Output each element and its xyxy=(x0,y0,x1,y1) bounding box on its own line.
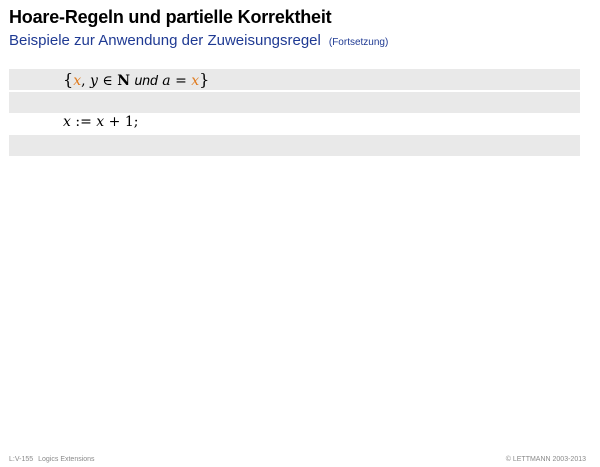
highlight-row-empty xyxy=(9,92,580,113)
semicolon: ; xyxy=(133,114,139,130)
plus-operator: + xyxy=(108,114,121,130)
assign-source-x: x xyxy=(96,114,105,130)
section-name: Logics Extensions xyxy=(38,456,95,463)
constant-one: 1 xyxy=(124,114,134,130)
slide-title: Hoare-Regeln und partielle Korrektheit xyxy=(9,7,332,27)
variable-y: y xyxy=(90,73,98,89)
footer-left: L:V-155 Logics Extensions xyxy=(9,456,95,463)
slide-id: L:V-155 xyxy=(9,456,34,463)
variable-a: a xyxy=(162,73,171,89)
open-brace: { xyxy=(63,70,74,89)
comma: , xyxy=(81,73,86,89)
natural-numbers-symbol: N xyxy=(117,73,130,89)
slide-subtitle: Beispiele zur Anwendung der Zuweisungsre… xyxy=(9,32,388,49)
und-keyword: und xyxy=(134,72,158,88)
assign-operator: := xyxy=(75,114,92,130)
element-of-symbol: ∈ xyxy=(102,73,113,89)
highlight-row-postcondition xyxy=(9,135,580,156)
assignment-statement: x := x + 1; xyxy=(63,114,138,130)
footer-copyright: © LETTMANN 2003-2013 xyxy=(505,456,586,463)
subtitle-note: (Fortsetzung) xyxy=(328,37,389,48)
variable-x-right: x xyxy=(191,73,200,89)
assign-target-x: x xyxy=(63,114,71,130)
variable-x: x xyxy=(73,73,82,89)
close-brace: } xyxy=(199,70,210,89)
equals-symbol: = xyxy=(175,73,187,89)
subtitle-text: Beispiele zur Anwendung der Zuweisungsre… xyxy=(9,32,321,49)
precondition-formula: {x, y ∈ N und a = x} xyxy=(63,70,209,89)
